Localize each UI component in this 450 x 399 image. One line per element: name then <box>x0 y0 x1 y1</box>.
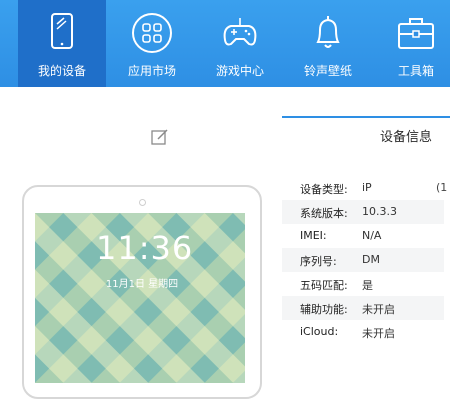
apps-grid-icon <box>132 13 172 53</box>
tablet-icon <box>51 13 73 49</box>
info-row-icloud: iCloud: 未开启 <box>282 320 444 344</box>
device-info-card: 设备信息 设备类型: iP (1 系统版本: 10.3.3 IMEI: N/A … <box>282 116 450 388</box>
info-key: IMEI: <box>300 229 327 242</box>
tab-label: 铃声壁纸 <box>303 64 352 78</box>
tab-game-center[interactable]: 游戏中心 <box>196 0 284 87</box>
info-key: 五码匹配: <box>300 279 348 292</box>
info-value: 10.3.3 <box>362 205 397 218</box>
camera-dot <box>139 199 146 206</box>
tab-app-market[interactable]: 应用市场 <box>108 0 196 87</box>
info-value: DM <box>362 253 380 266</box>
info-row-os-version: 系统版本: 10.3.3 <box>282 200 444 224</box>
info-key: 系统版本: <box>300 207 348 220</box>
info-key: 辅助功能: <box>300 303 348 316</box>
info-row-five-code-match: 五码匹配: 是 <box>282 272 444 296</box>
edit-icon[interactable] <box>150 127 170 147</box>
info-value: 未开启 <box>362 327 395 340</box>
info-value: N/A <box>362 229 382 242</box>
info-row-serial: 序列号: DM <box>282 248 444 272</box>
tab-label: 工具箱 <box>397 64 434 78</box>
info-key: iCloud: <box>300 325 339 338</box>
info-key: 序列号: <box>300 255 337 268</box>
info-row-accessibility: 辅助功能: 未开启 <box>282 296 444 320</box>
info-value: 是 <box>362 279 373 292</box>
info-value: iP <box>362 181 372 194</box>
info-value: 未开启 <box>362 303 395 316</box>
tab-label: 我的设备 <box>37 64 86 78</box>
info-row-device-type: 设备类型: iP (1 <box>282 176 448 200</box>
gamepad-icon <box>223 18 257 46</box>
tab-label: 应用市场 <box>127 64 176 78</box>
tab-label: 游戏中心 <box>215 64 264 78</box>
card-title: 设备信息 <box>380 130 433 145</box>
tab-toolbox[interactable]: 工具箱 <box>372 0 450 87</box>
top-toolbar: 我的设备 应用市场 游戏中心 铃声壁纸 工具箱 <box>0 0 450 87</box>
toolbox-icon <box>398 18 434 49</box>
info-row-imei: IMEI: N/A <box>282 224 444 248</box>
info-key: 设备类型: <box>300 183 348 196</box>
tab-ringtones-wallpapers[interactable]: 铃声壁纸 <box>284 0 372 87</box>
info-extra: (1 <box>436 181 448 194</box>
tab-my-device[interactable]: 我的设备 <box>18 0 106 87</box>
bell-icon <box>316 16 340 48</box>
lock-screen-time: 11:36 <box>96 229 194 267</box>
lock-screen-date: 11月1日 星期四 <box>105 279 179 290</box>
